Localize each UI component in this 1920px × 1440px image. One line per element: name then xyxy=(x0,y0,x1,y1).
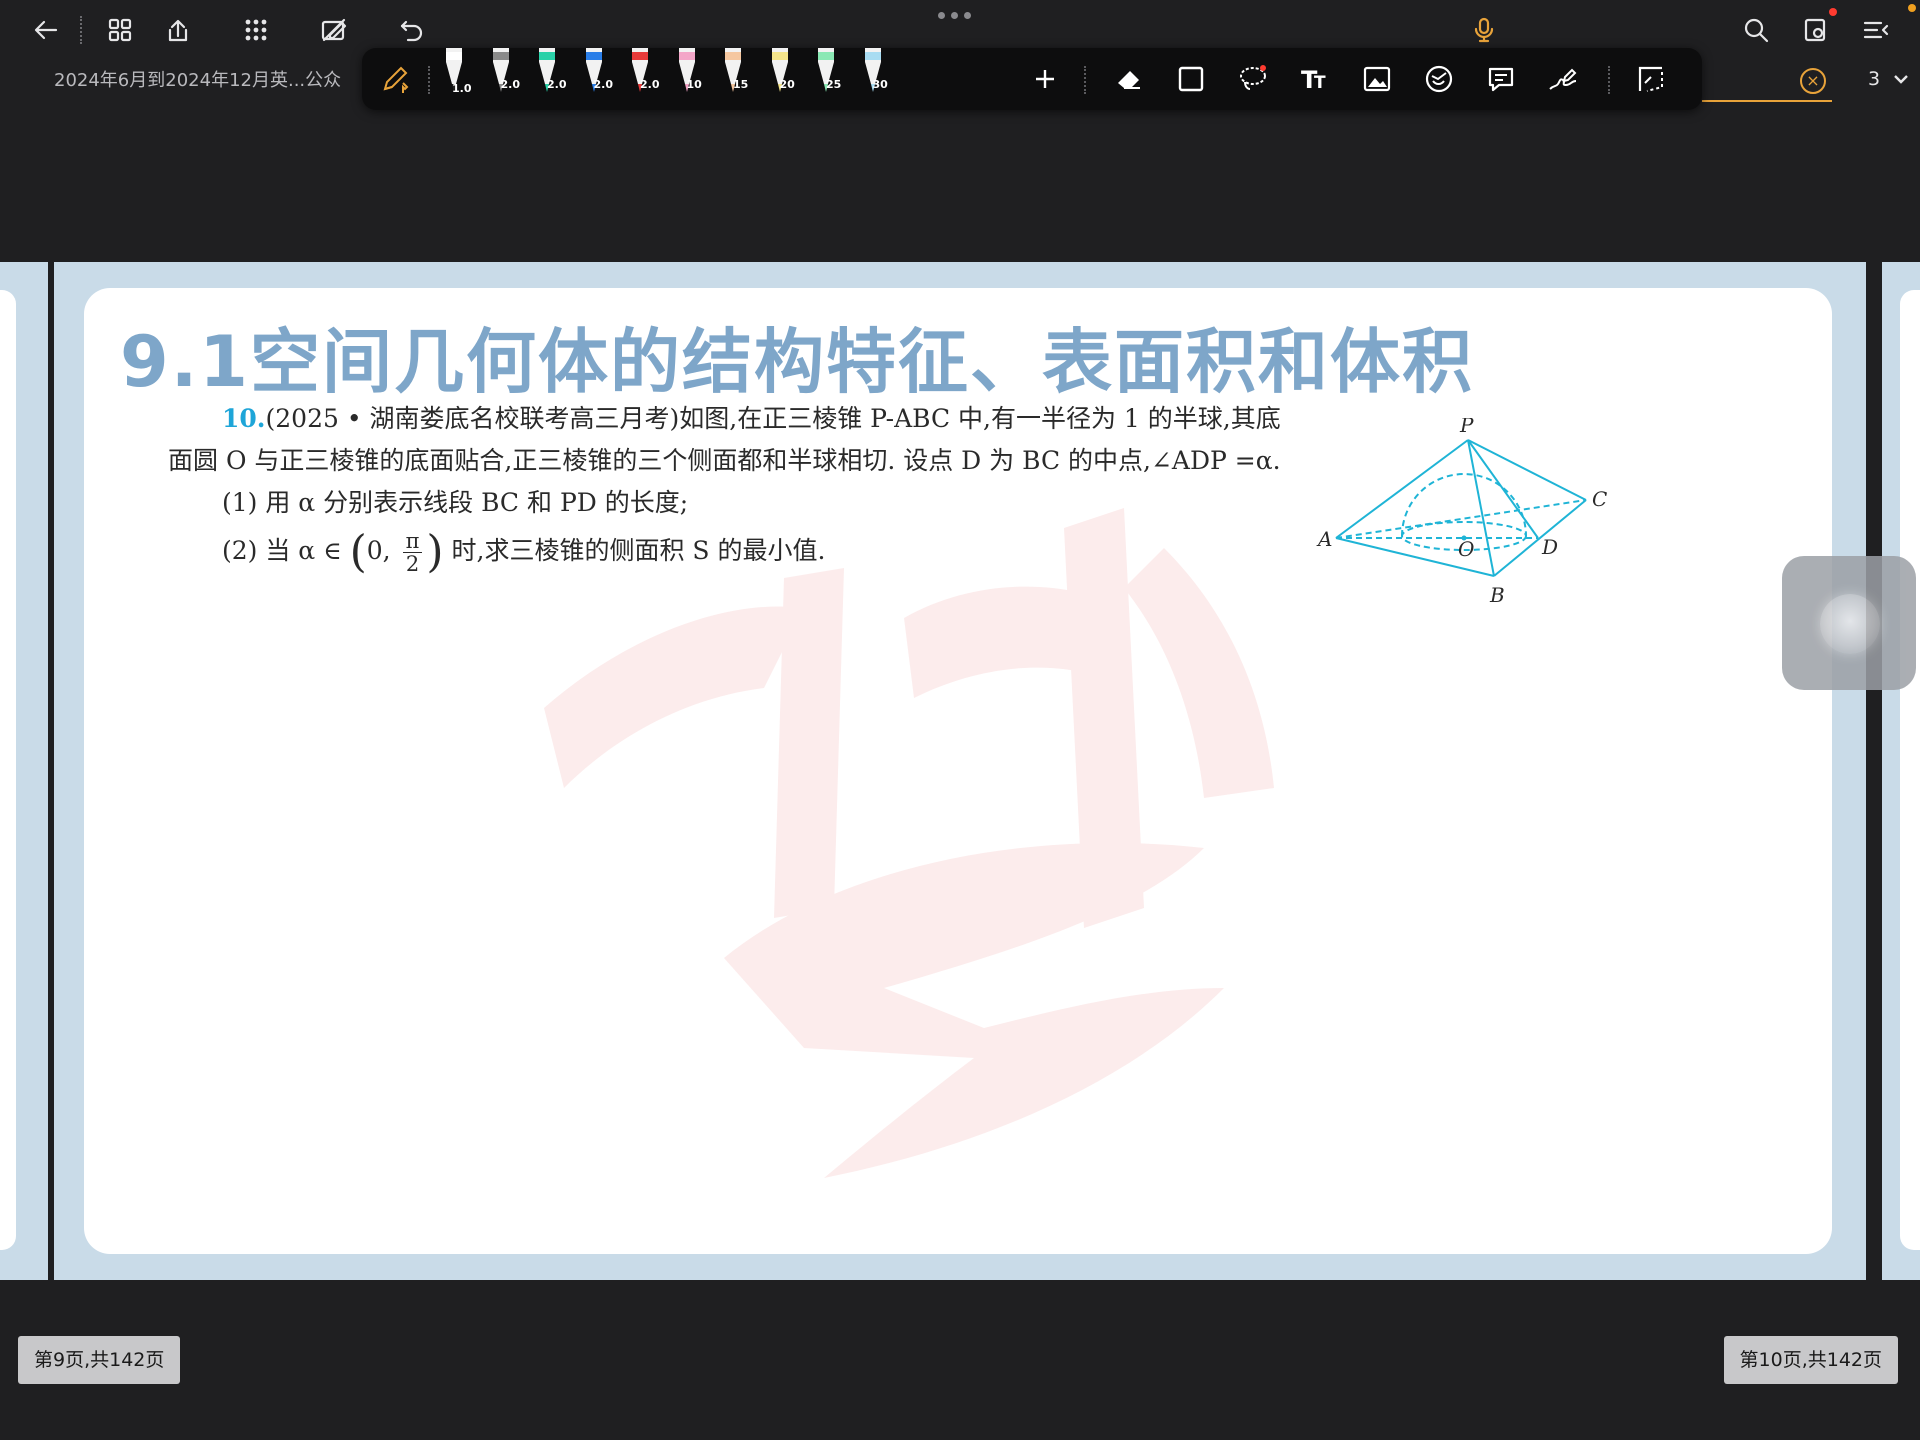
apps-menu-icon[interactable] xyxy=(238,12,274,48)
pen-preset[interactable]: 10 xyxy=(667,48,707,106)
part2-suffix: 时,求三棱锥的侧面积 S 的最小值. xyxy=(451,536,826,565)
pen-size-label: 25 xyxy=(826,78,842,91)
microphone-icon[interactable] xyxy=(1466,12,1502,48)
pencil-bluetooth-icon[interactable] xyxy=(372,56,418,102)
interval-start: 0, xyxy=(366,536,391,565)
close-tab-icon[interactable]: × xyxy=(1800,68,1826,94)
toolbar-separator xyxy=(1608,66,1610,94)
pen-preset[interactable]: 2.0 xyxy=(620,48,660,106)
pen-preset[interactable]: 2.0 xyxy=(527,48,567,106)
pen-size-label: 2.0 xyxy=(547,78,567,91)
lasso-select-icon[interactable] xyxy=(1230,56,1276,102)
edge-pc xyxy=(1467,439,1587,501)
section-heading: 9.1空间几何体的结构特征、表面积和体积 xyxy=(120,321,1475,403)
problem-line-1: 10.(2025 • 湖南娄底名校联考高三月考)如图,在正三棱锥 P-ABC 中… xyxy=(168,398,1508,440)
pen-preset[interactable]: 30 xyxy=(853,48,893,106)
document-settings-icon[interactable] xyxy=(1798,12,1834,48)
annotation-hide-icon[interactable] xyxy=(316,12,352,48)
pen-size-label: 1.0 xyxy=(452,82,472,95)
search-icon[interactable] xyxy=(1738,12,1774,48)
fraction-denominator: 2 xyxy=(405,552,420,576)
toolbar-separator xyxy=(428,66,430,94)
collapse-toolbar-icon[interactable] xyxy=(1628,56,1674,102)
page-card: 9.1空间几何体的结构特征、表面积和体积 10.(2025 • 湖南娄底名校联考… xyxy=(84,288,1832,1254)
page-divider xyxy=(1866,262,1882,1280)
label-b: B xyxy=(1489,583,1505,607)
watermark-graphic xyxy=(544,508,1274,1178)
eraser-icon[interactable] xyxy=(1106,56,1152,102)
label-p: P xyxy=(1459,418,1474,437)
undo-icon[interactable] xyxy=(394,12,430,48)
problem-text-line-1: (2025 • 湖南娄底名校联考高三月考)如图,在正三棱锥 P-ABC 中,有一… xyxy=(265,404,1281,433)
pen-size-label: 2.0 xyxy=(640,78,660,91)
problem-part-2: (2) 当 α ∈ (0, π 2) 时,求三棱锥的侧面积 S 的最小值. xyxy=(222,526,826,578)
sticker-icon[interactable] xyxy=(1416,56,1462,102)
previous-page-card xyxy=(0,290,16,1250)
back-arrow-icon[interactable] xyxy=(28,12,64,48)
pen-preset[interactable]: 2.0 xyxy=(574,48,614,106)
problem-number: 10. xyxy=(222,404,266,433)
pen-size-label: 10 xyxy=(686,78,702,91)
add-pen-icon[interactable] xyxy=(1022,56,1068,102)
pen-toolbar: 1.0 2.0 2.0 2.0 2.0 10 15 20 25 30 TT xyxy=(362,48,1702,110)
label-c: C xyxy=(1592,487,1607,511)
problem-part-1: (1) 用 α 分别表示线段 BC 和 PD 的长度; xyxy=(222,488,689,517)
pyramid-figure: P A B C D O xyxy=(1316,418,1607,607)
pen-size-label: 2.0 xyxy=(593,78,614,91)
shape-rectangle-icon[interactable] xyxy=(1168,56,1214,102)
svg-text:T: T xyxy=(1314,73,1326,93)
more-options-dots-icon[interactable] xyxy=(938,12,971,19)
outline-list-icon[interactable] xyxy=(1858,12,1894,48)
problem-10: 10.(2025 • 湖南娄底名校联考高三月考)如图,在正三棱锥 P-ABC 中… xyxy=(168,398,1508,575)
pen-preset[interactable]: 1.0 xyxy=(434,48,474,106)
pen-size-label: 2.0 xyxy=(500,78,521,91)
status-dot xyxy=(1908,4,1916,12)
chevron-down-icon[interactable] xyxy=(1892,70,1910,92)
notification-dot xyxy=(1829,8,1837,16)
left-page-indicator: 第9页,共142页 xyxy=(18,1336,181,1384)
signature-icon[interactable] xyxy=(1540,56,1586,102)
open-tabs-count[interactable]: 3 xyxy=(1868,68,1880,90)
pen-size-label: 20 xyxy=(779,78,795,91)
image-insert-icon[interactable] xyxy=(1354,56,1400,102)
pen-preset[interactable]: 20 xyxy=(760,48,800,106)
label-o: O xyxy=(1458,537,1474,561)
document-tab-title[interactable]: 2024年6月到2024年12月英...公众 xyxy=(54,66,341,92)
label-a: A xyxy=(1316,527,1332,551)
pi-over-two-fraction: π2 xyxy=(402,530,423,576)
label-d: D xyxy=(1541,535,1558,559)
pen-size-label: 30 xyxy=(872,78,888,91)
toolbar-separator xyxy=(80,16,82,44)
floating-assistive-handle[interactable] xyxy=(1782,556,1916,690)
pen-size-label: 15 xyxy=(733,78,749,91)
text-tool-icon[interactable]: TT xyxy=(1292,56,1338,102)
pen-preset[interactable]: 2.0 xyxy=(481,48,521,106)
toolbar-separator xyxy=(1084,66,1086,94)
next-page-card xyxy=(1900,290,1920,1250)
grid-view-icon[interactable] xyxy=(102,12,138,48)
fraction-numerator: π xyxy=(402,530,423,553)
assistive-knob-icon[interactable] xyxy=(1820,594,1880,654)
part2-prefix: (2) 当 α ∈ xyxy=(222,536,342,565)
right-page-indicator: 第10页,共142页 xyxy=(1723,1336,1898,1384)
comment-icon[interactable] xyxy=(1478,56,1524,102)
edge-ac-hidden xyxy=(1335,499,1587,539)
current-page[interactable]: 9.1空间几何体的结构特征、表面积和体积 10.(2025 • 湖南娄底名校联考… xyxy=(54,262,1866,1280)
pen-preset[interactable]: 15 xyxy=(713,48,753,106)
share-export-icon[interactable] xyxy=(160,12,196,48)
active-tab-underline xyxy=(1702,100,1832,102)
pen-preset[interactable]: 25 xyxy=(806,48,846,106)
pdf-reader-app: 2024年6月到2024年12月英...公众 × 3 1.0 2.0 2.0 2.0 2… xyxy=(0,0,1920,1440)
problem-line-2: 面圆 O 与正三棱锥的底面贴合,正三棱锥的三个侧面都和半球相切. 设点 D 为 … xyxy=(168,446,1281,475)
